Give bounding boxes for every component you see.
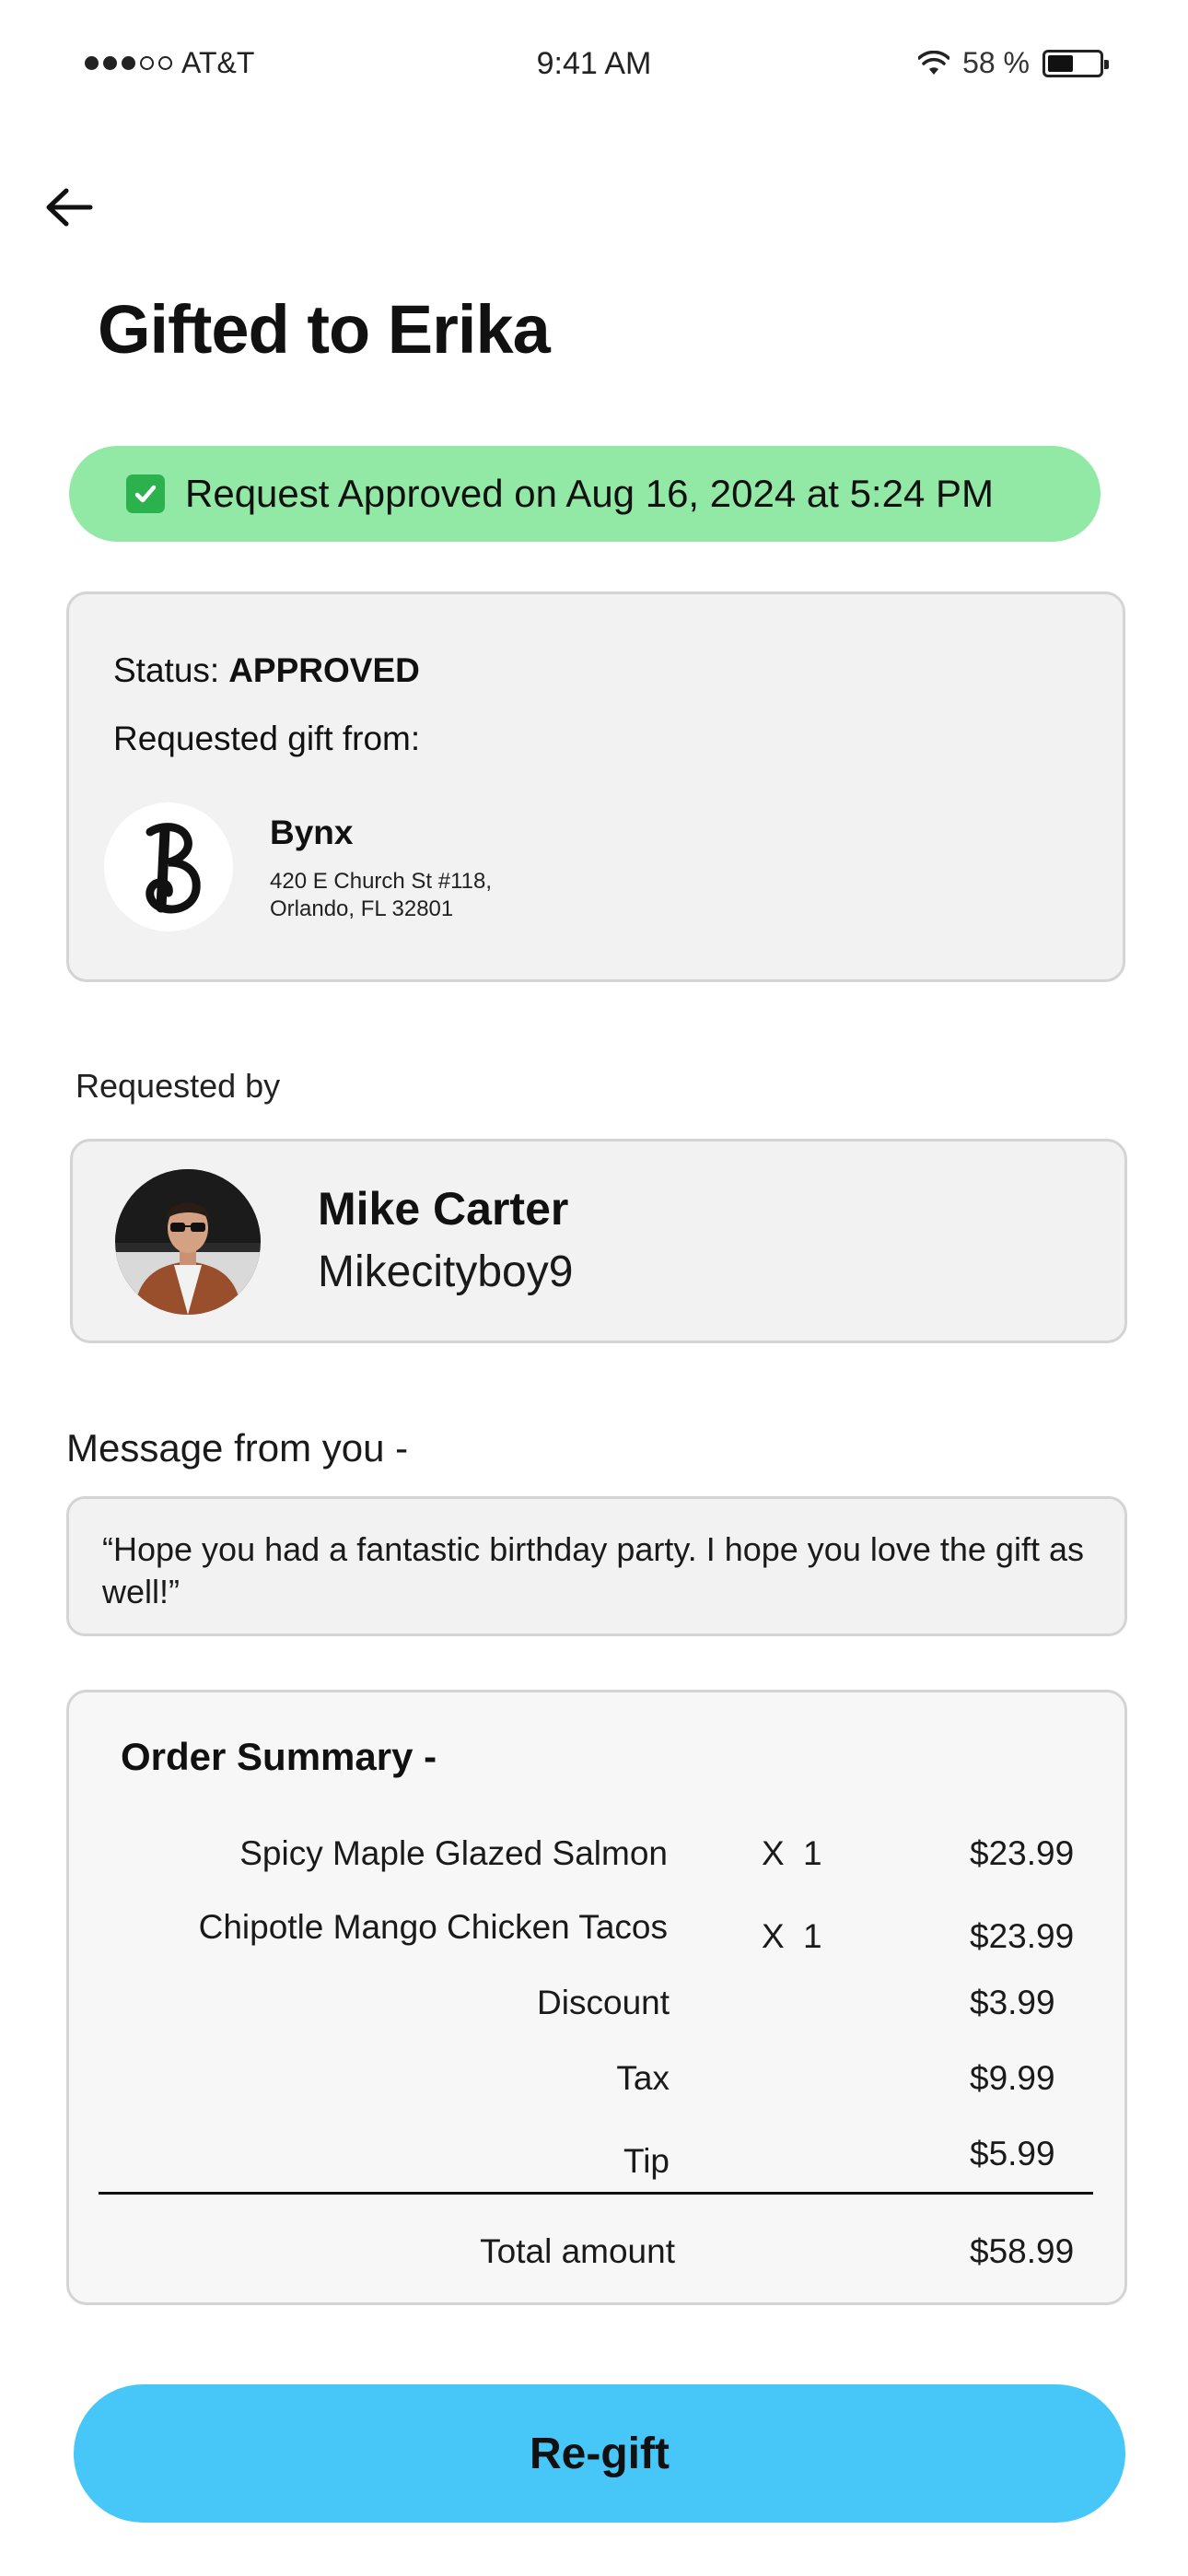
status-value: APPROVED xyxy=(228,651,420,689)
page-title: Gifted to Erika xyxy=(98,291,551,368)
total-label: Total amount xyxy=(480,2232,675,2270)
status-right-group: 58 % xyxy=(918,46,1109,80)
battery-icon xyxy=(1042,49,1109,77)
arrow-left-icon xyxy=(46,188,93,227)
tax-label: Tax xyxy=(616,2059,670,2097)
message-card: “Hope you had a fantastic birthday party… xyxy=(66,1496,1127,1636)
user-avatar-photo xyxy=(115,1169,261,1315)
tax-value: $9.99 xyxy=(970,2059,1055,2097)
message-label: Message from you - xyxy=(66,1426,409,1469)
store-address-line2: Orlando, FL 32801 xyxy=(270,896,454,921)
wifi-icon xyxy=(918,50,950,75)
order-item-qty: 1 xyxy=(803,1834,822,1872)
status-line: Status: APPROVED xyxy=(113,651,420,690)
back-button[interactable] xyxy=(37,175,101,240)
order-summary-title: Order Summary - xyxy=(121,1735,437,1778)
discount-value: $3.99 xyxy=(970,1984,1055,2021)
requested-by-label: Requested by xyxy=(76,1067,281,1105)
approval-banner: Request Approved on Aug 16, 2024 at 5:24… xyxy=(69,446,1101,542)
check-mark-icon xyxy=(126,474,165,513)
battery-percent: 58 % xyxy=(962,46,1030,79)
gift-status-card: Status: APPROVED Requested gift from: Byn… xyxy=(66,591,1125,982)
requester-name: Mike Carter xyxy=(318,1183,569,1235)
message-text: “Hope you had a fantastic birthday party… xyxy=(102,1530,1084,1610)
order-summary-card: Order Summary - Spicy Maple Glazed Salmo… xyxy=(66,1690,1127,2305)
summary-divider xyxy=(99,2192,1093,2195)
discount-label: Discount xyxy=(537,1984,670,2021)
bynx-logo xyxy=(104,802,233,931)
order-item-price: $23.99 xyxy=(970,1834,1075,1872)
total-value: $58.99 xyxy=(970,2232,1075,2270)
order-item-name: Spicy Maple Glazed Salmon xyxy=(239,1834,668,1872)
requested-from-label: Requested gift from: xyxy=(113,720,421,757)
status-label: Status: xyxy=(113,651,220,689)
approval-text: Request Approved on Aug 16, 2024 at 5:24… xyxy=(185,472,994,515)
store-address-line1: 420 E Church St #118, xyxy=(270,869,493,894)
store-name: Bynx xyxy=(270,814,354,851)
requester-username: Mikecityboy9 xyxy=(318,1247,574,1296)
order-item-price: $23.99 xyxy=(970,1917,1075,1955)
status-bar: AT&T 9:41 AM 58 % xyxy=(0,0,1188,129)
regift-button[interactable]: Re-gift xyxy=(74,2384,1125,2523)
tip-value: $5.99 xyxy=(970,2135,1055,2172)
order-item-qty-prefix: X xyxy=(762,1834,785,1872)
order-item-qty-prefix: X xyxy=(762,1917,785,1955)
order-item-qty: 1 xyxy=(803,1917,822,1955)
order-item-name: Chipotle Mango Chicken Tacos xyxy=(198,1908,668,1946)
tip-label: Tip xyxy=(623,2142,670,2180)
requester-card[interactable]: Mike Carter Mikecityboy9 xyxy=(70,1139,1127,1343)
